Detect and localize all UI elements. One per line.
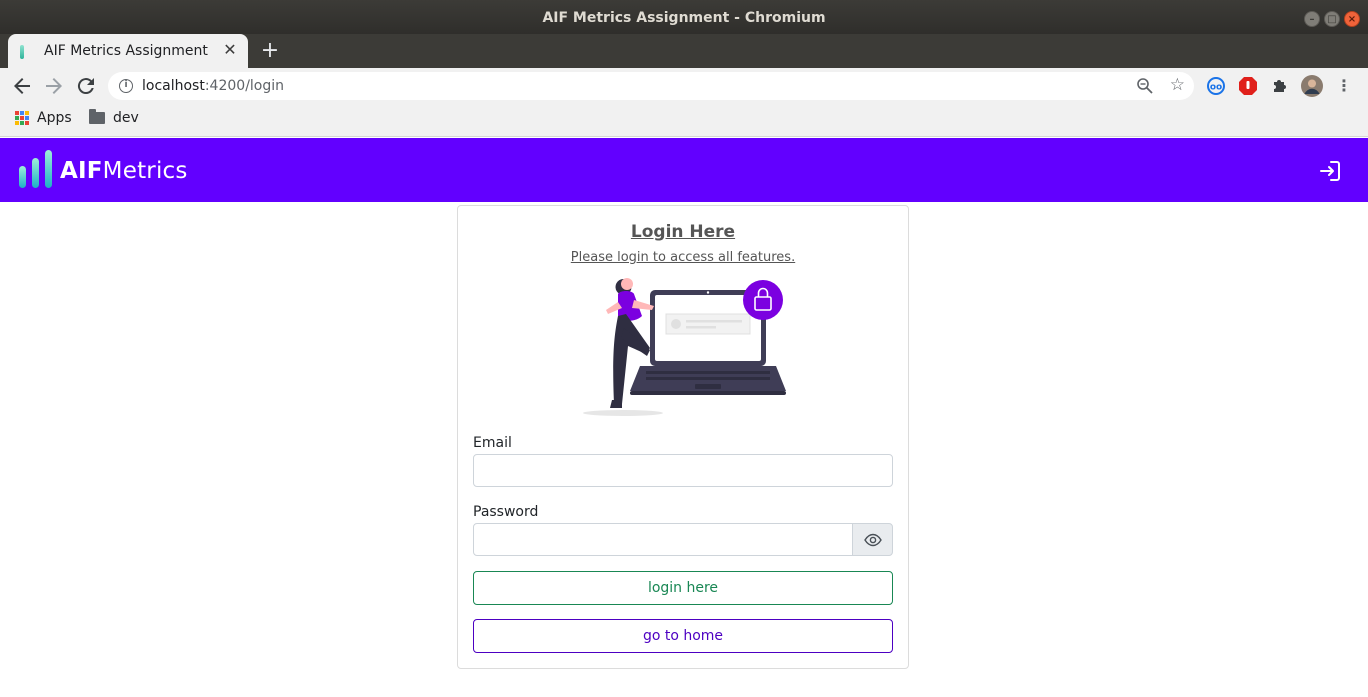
login-illustration xyxy=(578,272,788,418)
window-title: AIF Metrics Assignment - Chromium xyxy=(542,10,826,26)
brand-name-bold: AIF xyxy=(60,158,103,184)
browser-menu-icon[interactable]: ⋮ xyxy=(1336,75,1352,97)
go-to-home-button[interactable]: go to home xyxy=(473,619,893,653)
brand-name: AIFMetrics xyxy=(60,158,188,184)
email-input[interactable] xyxy=(473,454,893,487)
close-window-icon[interactable]: × xyxy=(1344,11,1360,27)
password-label: Password xyxy=(473,504,539,520)
apps-grid-icon xyxy=(15,111,29,125)
favicon-icon xyxy=(20,45,24,59)
url-host: localhost xyxy=(142,78,205,94)
extension-adblock-icon[interactable] xyxy=(1238,76,1258,96)
login-card: Login Here Please login to access all fe… xyxy=(457,205,909,669)
profile-avatar[interactable] xyxy=(1301,75,1323,97)
site-info-icon[interactable]: i xyxy=(119,79,133,93)
bookmarks-bar: Apps dev xyxy=(0,104,1368,137)
extensions-puzzle-icon[interactable] xyxy=(1270,76,1290,96)
maximize-icon[interactable]: □ xyxy=(1324,11,1340,27)
extension-loop-icon[interactable]: oo xyxy=(1206,76,1226,96)
email-label: Email xyxy=(473,435,512,451)
browser-toolbar: i localhost:4200/login ☆ oo ⋮ xyxy=(0,68,1368,104)
login-button[interactable]: login here xyxy=(473,571,893,605)
tab-strip: AIF Metrics Assignment ✕ + xyxy=(0,34,1368,68)
sign-in-icon[interactable] xyxy=(1318,159,1342,183)
forward-icon[interactable] xyxy=(42,74,66,98)
back-icon[interactable] xyxy=(10,74,34,98)
app-header: AIFMetrics xyxy=(0,138,1368,202)
bookmark-dev[interactable]: dev xyxy=(89,109,139,126)
bookmark-apps[interactable]: Apps xyxy=(15,110,72,126)
url-path: :4200/login xyxy=(204,78,285,94)
password-input[interactable] xyxy=(473,523,853,556)
minimize-icon[interactable]: – xyxy=(1304,11,1320,27)
svg-text:oo: oo xyxy=(1210,83,1222,93)
tab-close-icon[interactable]: ✕ xyxy=(220,40,240,60)
bookmark-dev-label: dev xyxy=(113,110,139,126)
folder-icon xyxy=(89,109,105,124)
new-tab-icon[interactable]: + xyxy=(258,39,282,63)
url-text[interactable]: localhost:4200/login xyxy=(142,78,284,94)
logo-bars-icon xyxy=(19,150,52,188)
tab-title: AIF Metrics Assignment xyxy=(44,43,208,59)
bookmark-apps-label: Apps xyxy=(37,110,72,126)
tab-aif-metrics[interactable]: AIF Metrics Assignment ✕ xyxy=(8,34,248,68)
toggle-password-visibility-button[interactable] xyxy=(852,523,893,556)
login-subtitle: Please login to access all features. xyxy=(570,250,796,265)
zoom-icon[interactable] xyxy=(1136,77,1154,95)
brand-logo[interactable]: AIFMetrics xyxy=(19,150,188,188)
bookmark-star-icon[interactable]: ☆ xyxy=(1170,75,1185,95)
window-titlebar: AIF Metrics Assignment - Chromium – □ × xyxy=(0,0,1368,34)
address-bar[interactable]: i localhost:4200/login ☆ xyxy=(108,72,1194,100)
login-title: Login Here xyxy=(630,222,736,242)
window-controls: – □ × xyxy=(1304,11,1360,27)
eye-icon xyxy=(863,533,882,546)
brand-name-light: Metrics xyxy=(102,158,188,184)
reload-icon[interactable] xyxy=(74,74,98,98)
